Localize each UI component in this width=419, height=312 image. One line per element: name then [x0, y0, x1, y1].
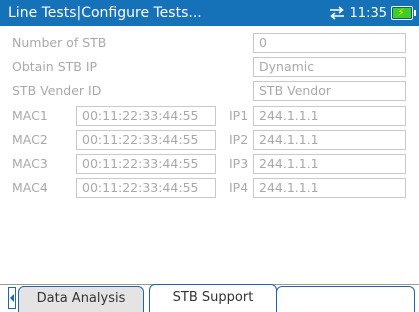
ip2-field[interactable]: 244.1.1.1 [253, 130, 406, 150]
ip1-field[interactable]: 244.1.1.1 [253, 106, 406, 126]
stb-config-form: Number of STB 0 Obtain STB IP Dynamic ST… [0, 26, 419, 281]
number-of-stb-label: Number of STB [12, 35, 107, 50]
tab-bar: Data Analysis STB Support [0, 284, 419, 312]
ip2-label: IP2 [229, 132, 249, 147]
ip3-field[interactable]: 244.1.1.1 [253, 154, 406, 174]
window-title: Line Tests|Configure Tests... [8, 5, 202, 21]
number-of-stb-field[interactable]: 0 [253, 33, 406, 53]
stb-vendor-id-field[interactable]: STB Vendor [253, 81, 406, 101]
mac3-label: MAC3 [12, 156, 48, 171]
stb-vendor-id-label: STB Vender ID [12, 83, 102, 98]
tab-empty[interactable] [276, 286, 415, 312]
tab-scroll-left-button[interactable] [8, 287, 16, 309]
ip4-field[interactable]: 244.1.1.1 [253, 178, 406, 198]
mac1-label: MAC1 [12, 108, 48, 123]
ip4-label: IP4 [229, 180, 249, 195]
mac3-field[interactable]: 00:11:22:33:44:55 [76, 154, 216, 174]
mac1-field[interactable]: 00:11:22:33:44:55 [76, 106, 216, 126]
status-area: 11:35 ⚡ [328, 3, 416, 23]
mac2-label: MAC2 [12, 132, 48, 147]
clock-time: 11:35 [349, 5, 387, 21]
battery-charging-icon: ⚡ [391, 6, 416, 20]
ip3-label: IP3 [229, 156, 249, 171]
ip1-label: IP1 [229, 108, 249, 123]
tab-data-analysis[interactable]: Data Analysis [18, 286, 144, 312]
mac2-field[interactable]: 00:11:22:33:44:55 [76, 130, 216, 150]
obtain-stb-ip-field[interactable]: Dynamic [253, 57, 406, 77]
mac4-label: MAC4 [12, 180, 48, 195]
chevron-left-icon [10, 294, 14, 302]
mac4-field[interactable]: 00:11:22:33:44:55 [76, 178, 216, 198]
title-bar: Line Tests|Configure Tests... 11:35 ⚡ [0, 0, 419, 26]
obtain-stb-ip-label: Obtain STB IP [12, 59, 98, 74]
tab-stb-support[interactable]: STB Support [149, 284, 277, 312]
sync-arrows-icon [328, 6, 346, 20]
